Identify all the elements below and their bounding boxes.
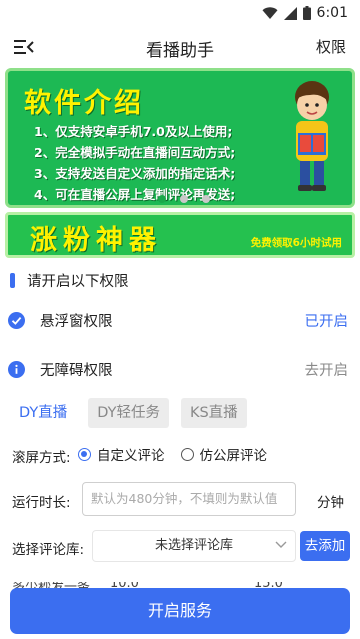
radio-label: 自定义评论 <box>97 448 165 464</box>
chevron-down-icon <box>275 541 287 548</box>
wifi-icon <box>262 6 278 19</box>
scroll-mode-label: 滚屏方式: <box>12 450 71 466</box>
permission-row-overlay[interactable]: 悬浮窗权限 已开启 <box>0 305 360 335</box>
banner-line: 2、完全模拟手动在直播间互动方式; <box>34 145 236 160</box>
permission-status[interactable]: 已开启 <box>305 310 349 331</box>
boy-reading-illustration <box>295 81 329 191</box>
section-marker <box>10 273 15 288</box>
radio-custom-comment[interactable]: 自定义评论 <box>78 444 165 464</box>
tab-dy-light-task[interactable]: DY轻任务 <box>88 398 169 428</box>
radio-selected-icon <box>78 447 91 461</box>
permission-label: 无障碍权限 <box>40 362 113 379</box>
banner-line: 3、支持发送自定义添加的指定话术; <box>34 166 236 181</box>
comment-lib-label: 选择评论库: <box>12 542 85 558</box>
permissions-link[interactable]: 权限 <box>316 36 346 57</box>
run-time-label: 运行时长: <box>12 495 71 511</box>
add-comment-lib-button[interactable]: 去添加 <box>300 531 350 561</box>
clock: 6:01 <box>316 5 348 21</box>
banner-title: 软件介绍 <box>24 88 144 119</box>
run-time-unit: 分钟 <box>317 495 344 511</box>
page-title: 看播助手 <box>146 41 214 61</box>
comment-lib-select[interactable]: 未选择评论库 <box>92 530 296 562</box>
radio-mimic-comment[interactable]: 仿公屏评论 <box>180 444 268 464</box>
fans-banner-subtitle: 免费领取6小时试用 <box>250 237 342 249</box>
battery-icon <box>302 6 311 20</box>
carousel-dots <box>158 195 210 203</box>
signal-icon <box>283 6 297 20</box>
fans-banner-title: 涨粉神器 <box>30 225 162 256</box>
platform-tabs: DY直播 DY轻任务 KS直播 <box>10 398 247 428</box>
app-bar: 看播助手 权限 <box>0 26 360 68</box>
permission-status[interactable]: 去开启 <box>305 359 349 380</box>
info-circle-icon <box>8 360 25 378</box>
check-circle-icon <box>8 311 25 329</box>
tab-dy-live[interactable]: DY直播 <box>10 398 76 428</box>
start-service-button[interactable]: 开启服务 <box>10 588 350 634</box>
permission-row-accessibility[interactable]: 无障碍权限 去开启 <box>0 354 360 384</box>
permission-label: 悬浮窗权限 <box>40 313 113 330</box>
radio-label: 仿公屏评论 <box>199 448 268 464</box>
intro-banner[interactable]: 软件介绍 1、仅支持安卓手机7.0及以上使用; 2、完全模拟手动在直播间互动方式… <box>5 68 355 208</box>
status-bar: 6:01 <box>0 0 360 26</box>
carousel-dot[interactable] <box>202 195 210 203</box>
radio-unselected-icon <box>180 447 194 461</box>
carousel-dot[interactable] <box>158 195 166 203</box>
permissions-heading-text: 请开启以下权限 <box>27 274 129 290</box>
permissions-heading: 请开启以下权限 <box>10 270 129 291</box>
banner-lines: 1、仅支持安卓手机7.0及以上使用; 2、完全模拟手动在直播间互动方式; 3、支… <box>34 121 235 205</box>
carousel-dot[interactable] <box>180 195 188 203</box>
scroll-mode-radio-group: 自定义评论 仿公屏评论 <box>78 444 267 464</box>
run-time-input[interactable]: 默认为480分钟，不填则为默认值 <box>82 482 296 516</box>
banner-line: 1、仅支持安卓手机7.0及以上使用; <box>34 124 233 139</box>
tab-ks-live[interactable]: KS直播 <box>180 398 247 428</box>
fans-banner[interactable]: 涨粉神器 免费领取6小时试用 <box>5 212 355 258</box>
comment-lib-value: 未选择评论库 <box>154 538 233 553</box>
